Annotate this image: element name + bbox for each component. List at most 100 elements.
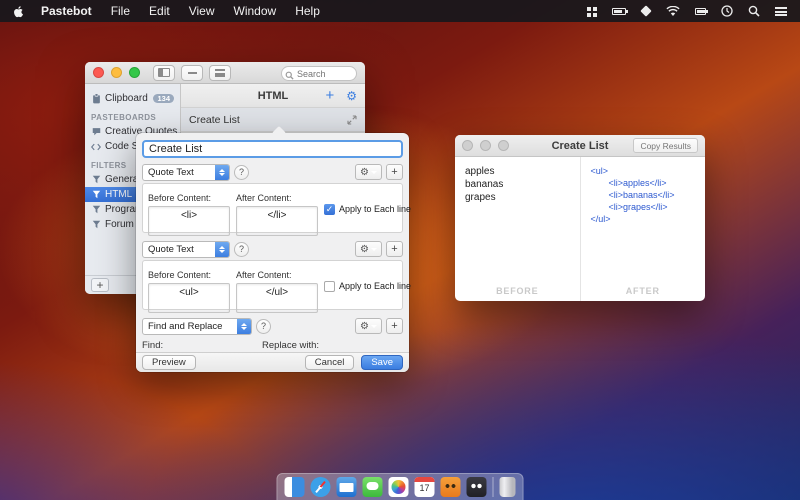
list-view-button[interactable] xyxy=(209,64,231,81)
help-button[interactable]: ? xyxy=(234,164,249,180)
chevron-down-icon xyxy=(370,170,377,174)
before-pane-label: BEFORE xyxy=(496,286,539,296)
chevron-updown-icon xyxy=(215,164,229,180)
add-step-button[interactable]: + xyxy=(386,164,403,180)
apply-each-line-checkbox[interactable] xyxy=(324,280,335,292)
add-pasteboard-button[interactable]: + xyxy=(91,278,109,292)
close-button[interactable] xyxy=(93,67,104,78)
code-line: <li>apples</li> xyxy=(608,178,667,188)
cancel-button[interactable]: Cancel xyxy=(304,355,355,370)
step-options-button[interactable]: ⚙ xyxy=(355,241,382,257)
before-content-input[interactable]: <ul> xyxy=(148,283,230,313)
dock-icon-safari[interactable] xyxy=(310,477,331,497)
preview-titlebar[interactable]: Create List Copy Results xyxy=(455,135,705,157)
filter-row-label: Create List xyxy=(189,113,240,126)
help-button[interactable]: ? xyxy=(256,318,271,334)
filter-name-input[interactable] xyxy=(142,140,403,158)
filter-settings-gear-icon[interactable]: ⚙ xyxy=(346,90,357,102)
filter-editor-popover: Quote Text ? ⚙ + Before Content: <li> Af… xyxy=(136,133,411,372)
wifi-icon[interactable] xyxy=(666,4,680,18)
save-button[interactable]: Save xyxy=(361,355,403,370)
quote-icon xyxy=(91,127,101,136)
find-label: Find: xyxy=(142,340,164,351)
step-type-dropdown[interactable]: Find and Replace xyxy=(142,317,252,335)
clock-icon[interactable] xyxy=(720,4,734,18)
dock-icon-mail[interactable] xyxy=(336,477,357,497)
collapse-view-button[interactable] xyxy=(181,64,203,81)
step-type-value: Find and Replace xyxy=(148,320,223,332)
dock-icon-calendar[interactable]: 17 xyxy=(414,477,435,497)
step-type-dropdown[interactable]: Quote Text xyxy=(142,163,230,181)
copy-results-button[interactable]: Copy Results xyxy=(633,138,698,153)
filter-step-2: Quote Text ? ⚙ + Before Content: <ul> Af… xyxy=(142,240,411,313)
dropbox-icon[interactable] xyxy=(639,4,653,18)
dock-icon-pastebot[interactable] xyxy=(440,477,461,497)
pastebot-titlebar[interactable] xyxy=(85,62,365,84)
dock-icon-finder[interactable] xyxy=(284,477,305,497)
dock-icon-pastebot-alt[interactable] xyxy=(466,477,487,497)
menu-window[interactable]: Window xyxy=(234,4,277,18)
filter-icon xyxy=(91,205,101,214)
code-line: </ul> xyxy=(590,214,611,224)
code-line: <li>grapes</li> xyxy=(608,202,668,212)
add-step-button[interactable]: + xyxy=(386,241,403,257)
after-pane: <ul> <li>apples</li> <li>bananas</li> <l… xyxy=(581,157,706,301)
code-line: <li>bananas</li> xyxy=(608,190,675,200)
step-options-button[interactable]: ⚙ xyxy=(355,318,382,334)
help-button[interactable]: ? xyxy=(234,241,249,257)
filter-icon xyxy=(91,190,101,199)
step-type-value: Quote Text xyxy=(148,243,194,255)
add-step-button[interactable]: + xyxy=(386,318,403,334)
dock-icon-trash[interactable] xyxy=(499,477,516,497)
clipboard-count-badge: 134 xyxy=(153,93,174,104)
apple-menu-icon[interactable] xyxy=(12,4,25,19)
step-options-button[interactable]: ⚙ xyxy=(355,164,382,180)
panel-title: HTML xyxy=(257,89,289,102)
after-content-label: After Content: xyxy=(236,193,292,203)
preview-button[interactable]: Preview xyxy=(142,355,196,370)
list-icon xyxy=(215,68,225,77)
expand-icon[interactable] xyxy=(347,114,357,125)
spotlight-icon[interactable] xyxy=(747,4,761,18)
minimize-button[interactable] xyxy=(111,67,122,78)
calendar-day: 17 xyxy=(419,483,430,493)
chevron-down-icon xyxy=(370,324,377,328)
add-filter-button[interactable]: + xyxy=(325,88,334,103)
code-line: <ul> xyxy=(590,166,609,176)
menu-app-name[interactable]: Pastebot xyxy=(41,4,92,18)
after-content-input[interactable]: </ul> xyxy=(236,283,318,313)
toggle-sidebar-button[interactable] xyxy=(153,64,175,81)
chevron-down-icon xyxy=(370,247,377,251)
sidebar-item-label: HTML xyxy=(105,189,133,200)
menu-file[interactable]: File xyxy=(111,4,130,18)
filter-row-create-list[interactable]: Create List xyxy=(181,108,365,132)
gear-icon: ⚙ xyxy=(360,320,369,332)
before-line: grapes xyxy=(465,192,496,203)
battery-small-icon[interactable] xyxy=(612,4,628,18)
zoom-button[interactable] xyxy=(129,67,140,78)
after-content-label: After Content: xyxy=(236,270,292,280)
before-pane: apples bananas grapes BEFORE xyxy=(455,157,581,301)
menu-help[interactable]: Help xyxy=(295,4,320,18)
filter-step-3: Find and Replace ? ⚙ + Find: Replace wit… xyxy=(142,317,403,351)
sidebar-item-clipboard[interactable]: Clipboard 134 xyxy=(85,91,180,106)
before-content-label: Before Content: xyxy=(148,193,212,203)
keyboard-grid-icon[interactable] xyxy=(585,4,599,18)
menu-view[interactable]: View xyxy=(189,4,215,18)
filter-step-1: Quote Text ? ⚙ + Before Content: <li> Af… xyxy=(142,163,411,236)
before-content-input[interactable]: <li> xyxy=(148,206,230,236)
notification-center-icon[interactable] xyxy=(774,4,788,18)
dash-icon xyxy=(187,71,197,74)
code-icon xyxy=(91,143,101,151)
clipboard-icon xyxy=(91,93,101,104)
after-content-input[interactable]: </li> xyxy=(236,206,318,236)
step-type-dropdown[interactable]: Quote Text xyxy=(142,240,230,258)
dock-icon-messages[interactable] xyxy=(362,477,383,497)
battery-icon[interactable] xyxy=(693,4,708,18)
apply-each-line-checkbox[interactable]: ✓ xyxy=(324,203,335,215)
menu-status-area xyxy=(585,4,800,18)
menu-edit[interactable]: Edit xyxy=(149,4,170,18)
menu-bar: Pastebot File Edit View Window Help xyxy=(0,0,800,22)
after-pane-label: AFTER xyxy=(625,286,660,296)
dock-icon-photos[interactable] xyxy=(388,477,409,497)
